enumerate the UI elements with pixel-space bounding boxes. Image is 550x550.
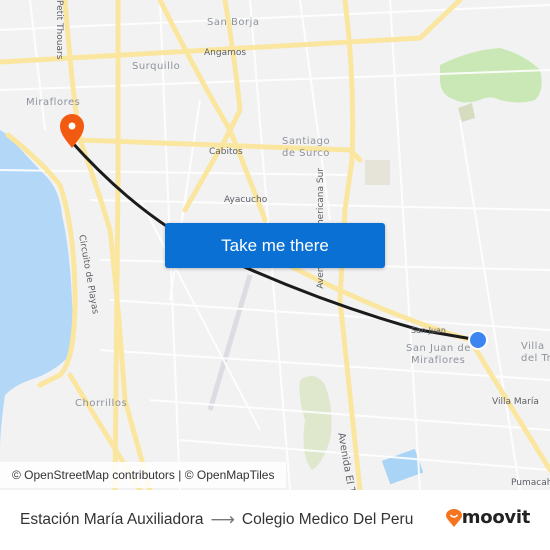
park: [299, 376, 332, 470]
label-santiago-de-surco-2: de Surco: [282, 148, 330, 159]
map-attribution[interactable]: © OpenStreetMap contributors | © OpenMap…: [0, 462, 287, 488]
label-chorrillos: Chorrillos: [75, 398, 128, 409]
moovit-pin-icon: [445, 508, 462, 527]
street-label-pumacahua: Pumacahu: [511, 478, 550, 488]
origin-dot-icon[interactable]: [470, 332, 486, 348]
map[interactable]: San Borja Angamos Surquillo Petit Thouar…: [0, 0, 550, 490]
arrow-right-icon: ⟶: [210, 510, 235, 529]
moovit-wordmark: moovit: [461, 507, 531, 528]
label-miraflores: Miraflores: [26, 97, 81, 108]
sea: [0, 130, 73, 450]
area: [365, 160, 390, 185]
take-me-there-button[interactable]: Take me there: [165, 223, 385, 268]
label-villa-1: Villa: [521, 341, 545, 352]
label-sjm-1: San Juan de: [406, 343, 471, 354]
street-label-petit-thouars: Petit Thouars: [54, 0, 64, 60]
label-santiago-de-surco-1: Santiago: [282, 136, 331, 147]
park: [440, 48, 542, 103]
street-label-cabitos: Cabitos: [209, 147, 243, 157]
street-label-angamos: Angamos: [204, 48, 247, 58]
park: [458, 103, 475, 122]
street-label-san-juan: San Juan: [411, 326, 446, 335]
origin-name: Estación María Auxiliadora: [20, 511, 204, 528]
street-label-ayacucho: Ayacucho: [224, 195, 268, 205]
label-villa-2: del Tr: [521, 353, 550, 364]
label-san-borja: San Borja: [207, 17, 260, 28]
label-villa-maria: Villa María: [492, 397, 539, 407]
destination-name: Colegio Medico Del Peru: [241, 511, 414, 528]
label-surquillo: Surquillo: [132, 61, 181, 72]
moovit-logo[interactable]: moovit: [445, 507, 531, 528]
label-sjm-2: Miraflores: [411, 355, 466, 366]
